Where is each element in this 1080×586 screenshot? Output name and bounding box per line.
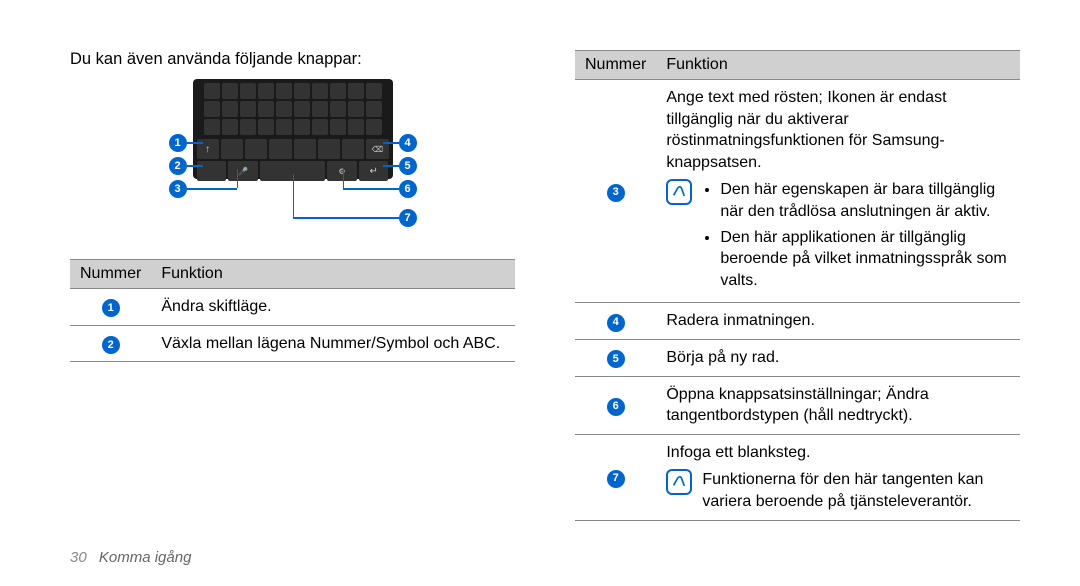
row-number-icon: 5: [607, 350, 625, 368]
callout-2: 2: [169, 157, 187, 175]
col-header-function: Funktion: [151, 260, 515, 289]
callout-5: 5: [399, 157, 417, 175]
right-function-table: Nummer Funktion 3 Ange text med rösten; …: [575, 50, 1020, 521]
callout-3: 3: [169, 180, 187, 198]
col-header-number: Nummer: [575, 51, 656, 80]
table-row: 3 Ange text med rösten; Ikonen är endast…: [575, 80, 1020, 303]
note-icon: [666, 179, 692, 205]
col-header-function: Funktion: [656, 51, 1020, 80]
row-number-icon: 7: [607, 470, 625, 488]
table-row: 2 Växla mellan lägena Nummer/Symbol och …: [70, 325, 515, 362]
row-number-icon: 6: [607, 398, 625, 416]
section-name: Komma igång: [99, 549, 192, 566]
row-number-icon: 4: [607, 314, 625, 332]
note-bullet-list: Den här egenskapen är bara tillgänglig n…: [702, 179, 1010, 295]
note-icon: [666, 469, 692, 495]
note-text: Funktionerna för den här tangenten kan v…: [702, 469, 1010, 512]
table-row: 6 Öppna knappsatsinställningar; Ändra ta…: [575, 376, 1020, 434]
table-row: 5 Börja på ny rad.: [575, 339, 1020, 376]
row-function-text: Ange text med rösten; Ikonen är endast t…: [666, 87, 1010, 173]
left-function-table: Nummer Funktion 1 Ändra skiftläge. 2 Väx…: [70, 259, 515, 362]
row-number-icon: 3: [607, 184, 625, 202]
row-function-text: Växla mellan lägena Nummer/Symbol och AB…: [151, 325, 515, 362]
callout-7: 7: [399, 209, 417, 227]
table-row: 7 Infoga ett blanksteg. Funktionerna för…: [575, 434, 1020, 520]
row-function-text: Öppna knappsatsinställningar; Ändra tang…: [656, 376, 1020, 434]
row-function-text: Börja på ny rad.: [656, 339, 1020, 376]
col-header-number: Nummer: [70, 260, 151, 289]
intro-text: Du kan även använda följande knappar:: [70, 50, 515, 69]
page-footer: 30 Komma igång: [70, 549, 191, 566]
note-bullet: Den här applikationen är tillgänglig ber…: [720, 227, 1010, 292]
table-row: 1 Ändra skiftläge.: [70, 289, 515, 326]
row-number-icon: 2: [102, 336, 120, 354]
page-number: 30: [70, 549, 87, 566]
callout-4: 4: [399, 134, 417, 152]
note-bullet: Den här egenskapen är bara tillgänglig n…: [720, 179, 1010, 222]
callout-6: 6: [399, 180, 417, 198]
callout-1: 1: [169, 134, 187, 152]
row-function-text: Ändra skiftläge.: [151, 289, 515, 326]
row-number-icon: 1: [102, 299, 120, 317]
table-row: 4 Radera inmatningen.: [575, 303, 1020, 340]
keyboard-illustration: 1 2 3 4 5 6 7: [70, 79, 515, 239]
row-function-text: Radera inmatningen.: [656, 303, 1020, 340]
row-function-text: Infoga ett blanksteg.: [666, 442, 1010, 464]
